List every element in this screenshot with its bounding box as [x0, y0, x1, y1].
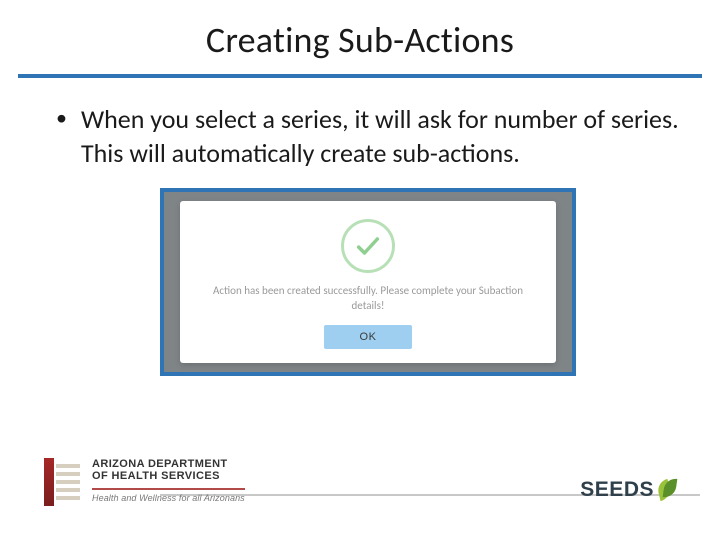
azdhs-text: ARIZONA DEPARTMENT OF HEALTH SERVICES He… — [92, 458, 245, 503]
seeds-wordmark: SEEDS — [580, 478, 654, 502]
body-area: • When you select a series, it will ask … — [0, 78, 720, 376]
slide: Creating Sub-Actions • When you select a… — [0, 0, 720, 540]
agency-tagline: Health and Wellness for all Arizonans — [92, 488, 245, 503]
bullet-icon: • — [56, 102, 81, 134]
dialog-message: Action has been created successfully. Pl… — [198, 283, 538, 313]
bullet-text: When you select a series, it will ask fo… — [81, 102, 680, 170]
footer: ARIZONA DEPARTMENT OF HEALTH SERVICES He… — [20, 458, 700, 526]
bullet-item: • When you select a series, it will ask … — [56, 102, 680, 170]
success-check-icon — [341, 219, 395, 273]
ok-button[interactable]: OK — [324, 325, 413, 349]
azdhs-logo: ARIZONA DEPARTMENT OF HEALTH SERVICES He… — [44, 458, 245, 506]
azdhs-mark-icon — [44, 458, 82, 506]
seeds-leaf-icon — [658, 478, 676, 502]
dialog-screenshot-frame: Action has been created successfully. Pl… — [160, 188, 576, 376]
agency-line2: OF HEALTH SERVICES — [92, 470, 245, 482]
agency-line1: ARIZONA DEPARTMENT — [92, 458, 245, 470]
page-title: Creating Sub-Actions — [40, 18, 680, 62]
title-area: Creating Sub-Actions — [0, 0, 720, 68]
success-dialog: Action has been created successfully. Pl… — [180, 201, 556, 363]
seeds-logo: SEEDS — [580, 478, 676, 502]
